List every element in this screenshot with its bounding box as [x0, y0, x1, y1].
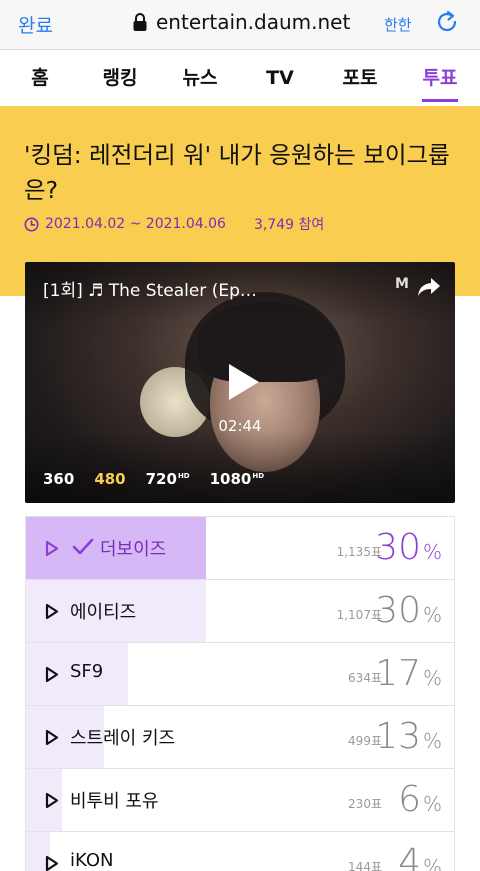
vote-option-content: 비투비 포유 230표 6% [26, 769, 454, 831]
quality-label: 720 [145, 470, 177, 488]
clock-icon [24, 217, 39, 231]
vote-option-name: 더보이즈 [100, 539, 167, 560]
vote-percent-sign: % [422, 855, 442, 871]
done-button[interactable]: 완료 [18, 11, 53, 38]
channel-logo: M [395, 276, 409, 292]
vote-option-name: 스트레이 키즈 [70, 728, 176, 749]
vote-percent-sign: % [422, 603, 442, 627]
quality-option[interactable]: 480 [94, 470, 125, 488]
tab-2[interactable]: 뉴스 [160, 51, 240, 106]
vote-percent-value: 30 [375, 527, 421, 568]
hd-badge: HD [252, 472, 265, 480]
quality-option[interactable]: 360 [43, 470, 74, 488]
vote-option-row[interactable]: 더보이즈 1,135표 30% [26, 517, 454, 580]
quality-label: 1080 [209, 470, 252, 488]
tab-0[interactable]: 홈 [0, 51, 80, 106]
vote-percent-sign: % [422, 792, 442, 816]
vote-options-list: 더보이즈 1,135표 30% 에이티즈 1,107표 30% SF9 634표 17% 스트레이… [25, 516, 455, 871]
vote-option-content: 스트레이 키즈 499표 13% [26, 706, 454, 768]
quality-label: 480 [94, 470, 126, 488]
tab-1[interactable]: 랭킹 [80, 51, 160, 106]
vote-option-row[interactable]: 에이티즈 1,107표 30% [26, 580, 454, 643]
vote-percent-value: 4 [398, 842, 421, 871]
vote-percent: 13% [375, 716, 442, 762]
vote-percent: 6% [398, 779, 442, 825]
vote-option-name: iKON [70, 850, 114, 871]
vote-percent-sign: % [422, 729, 442, 753]
vote-count: 144표 [348, 860, 382, 871]
quality-option[interactable]: 720HD [146, 470, 190, 488]
video-player[interactable]: [1회] ♬ The Stealer (Ep… M 02:44 360 480 72… [25, 262, 455, 503]
vote-option-content: 에이티즈 1,107표 30% [26, 580, 454, 642]
play-video-icon[interactable] [45, 729, 59, 746]
play-video-icon[interactable] [45, 855, 59, 871]
play-video-icon[interactable] [45, 666, 59, 683]
url-text: entertain.daum.net [156, 10, 351, 34]
quality-selector: 360 480 720HD 1080HD [43, 470, 264, 488]
category-nav: 홈 랭킹 뉴스 TV 포토 투표 [0, 51, 480, 106]
vote-percent-sign: % [422, 666, 442, 690]
check-icon [72, 538, 94, 555]
vote-option-name: 에이티즈 [70, 602, 137, 623]
vote-option-row[interactable]: SF9 634표 17% [26, 643, 454, 706]
browser-toolbar: 완료 entertain.daum.net 한한 [0, 0, 480, 50]
vote-option-name: SF9 [70, 661, 104, 682]
poll-title: '킹덤: 레전더리 워' 내가 응원하는 보이그룹은? [24, 141, 450, 204]
vote-percent: 17% [375, 653, 442, 699]
video-duration: 02:44 [218, 417, 262, 435]
vote-percent-value: 30 [375, 590, 421, 631]
vote-count: 230표 [348, 797, 382, 811]
vote-percent: 30% [375, 527, 442, 573]
play-video-icon[interactable] [45, 540, 59, 557]
reload-icon[interactable] [436, 10, 460, 38]
vote-option-content: SF9 634표 17% [26, 643, 454, 705]
vote-option-row[interactable]: iKON 144표 4% [26, 832, 454, 871]
vote-percent: 30% [375, 590, 442, 636]
video-title: [1회] ♬ The Stealer (Ep… [43, 281, 257, 301]
play-video-icon[interactable] [45, 603, 59, 620]
share-icon[interactable] [417, 276, 441, 298]
hd-badge: HD [177, 472, 190, 480]
vote-option-name: 비투비 포유 [70, 791, 159, 812]
vote-option-content: iKON 144표 4% [26, 832, 454, 871]
vote-percent-value: 6 [398, 779, 421, 820]
translate-button[interactable]: 한한 [384, 14, 412, 35]
play-icon[interactable] [223, 362, 263, 402]
poll-period: 2021.04.02 ~ 2021.04.06 [45, 216, 226, 232]
vote-percent: 4% [398, 842, 442, 871]
vote-option-row[interactable]: 스트레이 키즈 499표 13% [26, 706, 454, 769]
tab-4[interactable]: 포토 [320, 51, 400, 106]
vote-percent-value: 13 [375, 716, 421, 757]
vote-percent-value: 17 [375, 653, 421, 694]
participant-count: 3,749 참여 [253, 217, 325, 233]
quality-option[interactable]: 1080HD [210, 470, 264, 488]
tab-3[interactable]: TV [240, 51, 320, 106]
address-bar[interactable]: entertain.daum.net [132, 10, 350, 34]
vote-percent-sign: % [422, 540, 442, 564]
poll-meta: 2021.04.02 ~ 2021.04.06 3,749 참여 [24, 214, 324, 234]
play-video-icon[interactable] [45, 792, 59, 809]
tab-5[interactable]: 투표 [400, 51, 480, 106]
lock-icon [133, 13, 147, 31]
quality-label: 360 [43, 470, 75, 488]
vote-option-row[interactable]: 비투비 포유 230표 6% [26, 769, 454, 832]
vote-option-content: 더보이즈 1,135표 30% [26, 517, 454, 579]
